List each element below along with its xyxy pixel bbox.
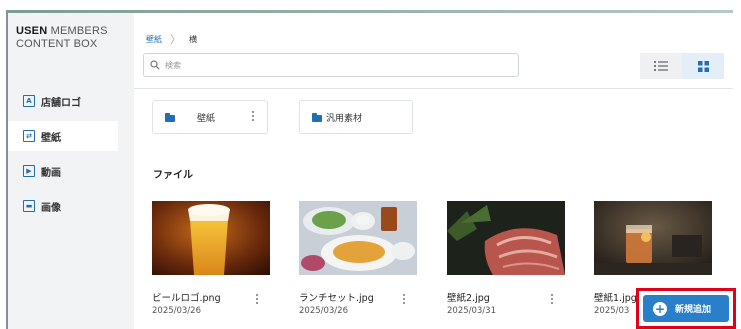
breadcrumb: 壁紙 〉 横 bbox=[146, 31, 197, 47]
breadcrumb-current: 横 bbox=[189, 34, 197, 44]
header-divider bbox=[134, 88, 733, 89]
add-new-label: 新規追加 bbox=[675, 305, 712, 315]
plus-icon: + bbox=[653, 301, 667, 316]
search-box bbox=[143, 53, 519, 77]
brand-logo: USEN MEMBERS CONTENT BOX bbox=[16, 25, 126, 51]
list-view-button[interactable] bbox=[640, 53, 682, 79]
breadcrumb-parent-link[interactable]: 壁紙 bbox=[146, 34, 162, 45]
grid-icon bbox=[697, 60, 709, 72]
section-title: ファイル bbox=[153, 170, 193, 181]
sidebar-item-label: 画像 bbox=[41, 202, 61, 214]
folder-icon bbox=[165, 112, 175, 122]
folder-icon bbox=[312, 112, 322, 122]
folder-label: 汎用素材 bbox=[326, 113, 363, 124]
file-date: 2025/03 bbox=[594, 306, 630, 316]
view-toggle bbox=[640, 53, 724, 79]
grid-view-button[interactable] bbox=[682, 53, 724, 79]
file-card[interactable]: ランチセット.jpg 2025/03/26 bbox=[299, 193, 417, 329]
list-icon bbox=[654, 61, 668, 71]
search-icon bbox=[150, 60, 160, 70]
file-thumbnail bbox=[152, 201, 270, 275]
add-new-button[interactable]: + 新規追加 bbox=[643, 295, 729, 322]
cocktail-image bbox=[594, 201, 712, 275]
brand-name-bold: USEN bbox=[16, 25, 48, 37]
play-icon: ▶ bbox=[23, 165, 35, 177]
file-name: ビールロゴ.png bbox=[152, 293, 221, 304]
add-button-highlight: + 新規追加 bbox=[636, 288, 736, 329]
file-card[interactable]: ビールロゴ.png 2025/03/26 bbox=[152, 193, 270, 329]
file-date: 2025/03/31 bbox=[447, 306, 496, 316]
sidebar-item-label: 動画 bbox=[41, 167, 61, 179]
file-card[interactable]: 壁紙2.jpg 2025/03/31 bbox=[447, 193, 565, 329]
more-options-icon[interactable] bbox=[252, 111, 254, 121]
meat-image bbox=[447, 201, 565, 275]
file-name: ランチセット.jpg bbox=[299, 293, 374, 304]
file-name: 壁紙2.jpg bbox=[447, 293, 490, 304]
sidebar-item-wallpaper[interactable]: ⇄ 壁紙 bbox=[8, 121, 118, 151]
file-date: 2025/03/26 bbox=[152, 306, 201, 316]
sidebar-nav: A 店舗ロゴ ⇄ 壁紙 ▶ 動画 ▬ 画像 bbox=[8, 86, 134, 226]
folder-card[interactable]: 汎用素材 bbox=[299, 100, 413, 134]
search-input[interactable] bbox=[165, 60, 495, 70]
sidebar-item-image[interactable]: ▬ 画像 bbox=[8, 191, 134, 221]
more-options-icon[interactable] bbox=[256, 294, 258, 304]
wallpaper-icon: ⇄ bbox=[23, 130, 35, 142]
logo-icon: A bbox=[23, 95, 35, 107]
file-thumbnail bbox=[447, 201, 565, 275]
brand-subtitle: CONTENT BOX bbox=[16, 38, 98, 50]
image-icon: ▬ bbox=[23, 200, 35, 212]
chevron-right-icon: 〉 bbox=[170, 33, 181, 46]
file-name: 壁紙1.jpg bbox=[594, 293, 637, 304]
file-thumbnail bbox=[299, 201, 417, 275]
sidebar-item-label: 壁紙 bbox=[41, 132, 61, 144]
more-options-icon[interactable] bbox=[403, 294, 405, 304]
folder-card[interactable]: 壁紙 bbox=[152, 100, 268, 134]
brand-name-rest: MEMBERS bbox=[47, 25, 108, 37]
more-options-icon[interactable] bbox=[551, 294, 553, 304]
sidebar-item-label: 店舗ロゴ bbox=[41, 97, 81, 109]
lunch-image bbox=[299, 201, 417, 275]
beer-image bbox=[152, 201, 270, 275]
file-thumbnail bbox=[594, 201, 712, 275]
folder-label: 壁紙 bbox=[197, 113, 216, 124]
file-date: 2025/03/26 bbox=[299, 306, 348, 316]
sidebar-item-video[interactable]: ▶ 動画 bbox=[8, 156, 134, 186]
sidebar-item-store-logo[interactable]: A 店舗ロゴ bbox=[8, 86, 134, 116]
